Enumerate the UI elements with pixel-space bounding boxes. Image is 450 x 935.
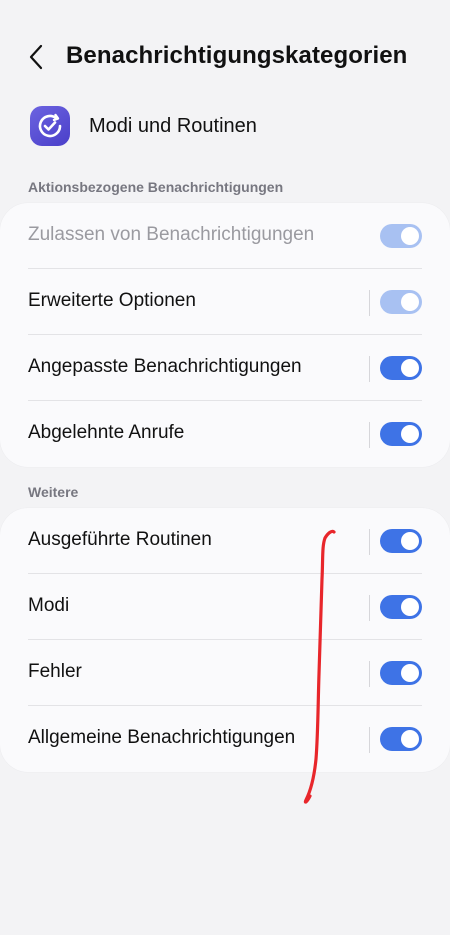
setting-label: Modi — [28, 595, 70, 616]
setting-label: Abgelehnte Anrufe — [28, 422, 185, 443]
toggle-knob — [401, 425, 419, 443]
vertical-separator — [369, 356, 370, 382]
setting-label: Fehler — [28, 661, 82, 682]
executed-routines-toggle[interactable] — [380, 529, 422, 553]
toggle-knob — [401, 293, 419, 311]
setting-row-rejected-calls[interactable]: Abgelehnte Anrufe — [0, 401, 450, 467]
modes-toggle[interactable] — [380, 595, 422, 619]
setting-label: Erweiterte Optionen — [28, 290, 196, 311]
setting-label: Angepasste Benachrichtigungen — [28, 356, 302, 377]
routine-check-icon — [30, 106, 70, 146]
setting-row-custom-notifications[interactable]: Angepasste Benachrichtigungen — [0, 335, 450, 401]
custom-notifications-toggle[interactable] — [380, 356, 422, 380]
setting-label: Ausgeführte Routinen — [28, 529, 212, 550]
toggle-knob — [401, 664, 419, 682]
setting-row-errors[interactable]: Fehler — [0, 640, 450, 706]
toggle-knob — [401, 598, 419, 616]
setting-row-executed-routines[interactable]: Ausgeführte Routinen — [0, 508, 450, 574]
vertical-separator — [369, 290, 370, 316]
page-title: Benachrichtigungskategorien — [66, 42, 408, 69]
allow-notifications-toggle — [380, 224, 422, 248]
toggle-knob — [401, 532, 419, 550]
app-info-row: Modi und Routinen — [0, 104, 450, 148]
setting-label: Zulassen von Benachrichtigungen — [28, 224, 315, 245]
settings-card-more: Ausgeführte Routinen Modi Fehler Allgeme… — [0, 508, 450, 772]
toggle-knob — [401, 227, 419, 245]
toggle-knob — [401, 730, 419, 748]
setting-row-general-notifications[interactable]: Allgemeine Benachrichtigungen — [0, 706, 450, 772]
section-label-actions: Aktionsbezogene Benachrichtigungen — [28, 179, 284, 195]
vertical-separator — [369, 529, 370, 555]
chevron-left-icon — [29, 44, 43, 70]
setting-row-advanced-options[interactable]: Erweiterte Optionen — [0, 269, 450, 335]
setting-row-modes[interactable]: Modi — [0, 574, 450, 640]
setting-row-allow-notifications: Zulassen von Benachrichtigungen — [0, 203, 450, 269]
back-button[interactable] — [22, 40, 54, 74]
vertical-separator — [369, 727, 370, 753]
vertical-separator — [369, 595, 370, 621]
vertical-separator — [369, 422, 370, 448]
general-notifications-toggle[interactable] — [380, 727, 422, 751]
settings-card-actions: Zulassen von Benachrichtigungen Erweiter… — [0, 203, 450, 467]
setting-label: Allgemeine Benachrichtigungen — [28, 727, 296, 748]
toggle-knob — [401, 359, 419, 377]
section-label-more: Weitere — [28, 484, 79, 500]
rejected-calls-toggle[interactable] — [380, 422, 422, 446]
vertical-separator — [369, 661, 370, 687]
app-name: Modi und Routinen — [89, 115, 257, 137]
advanced-options-toggle[interactable] — [380, 290, 422, 314]
errors-toggle[interactable] — [380, 661, 422, 685]
header-bar: Benachrichtigungskategorien — [0, 30, 450, 84]
